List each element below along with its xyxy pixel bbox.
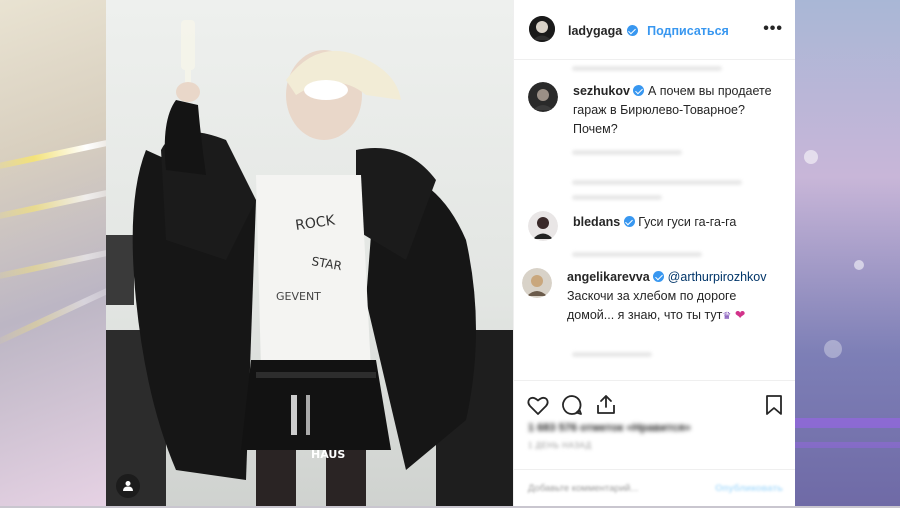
purple-bar	[794, 418, 900, 428]
post-date: 1 ДЕНЬ НАЗАД	[528, 441, 592, 450]
bookmark-icon[interactable]	[762, 393, 786, 417]
publish-button[interactable]: Опубликовать	[715, 483, 783, 494]
follow-button[interactable]: Подписаться	[647, 24, 729, 38]
light-streak	[0, 183, 106, 223]
light-streak	[0, 133, 106, 173]
blurred-comment	[572, 252, 702, 257]
commenter-avatar[interactable]	[522, 268, 552, 298]
queen-emoji-icon: ♛	[722, 311, 732, 322]
comment-text: Заскочи за хлебом по дороге домой... я з…	[567, 289, 737, 322]
light-streak	[0, 243, 106, 283]
post-photo[interactable]: ROCK STAR GEVENT HAUS	[106, 0, 513, 506]
comment-bubble-icon[interactable]	[560, 393, 584, 417]
blurred-comment	[572, 195, 662, 200]
verified-badge-icon	[626, 25, 638, 36]
blurred-comment	[572, 352, 652, 357]
like-heart-icon[interactable]	[526, 393, 550, 417]
blurred-comment	[572, 150, 682, 155]
add-comment-bar: Добавьте комментарий... Опубликовать	[514, 469, 795, 508]
light-streak	[0, 276, 106, 350]
comment-mention-link[interactable]: @arthurpirozhkov	[668, 270, 767, 284]
comment-username[interactable]: bledans	[573, 215, 620, 229]
bag-logo: HAUS	[311, 448, 345, 461]
comment-text: Гуси гуси га-га-га	[638, 215, 737, 229]
comment-username[interactable]: sezhukov	[573, 84, 630, 98]
left-background	[0, 0, 106, 506]
add-comment-input[interactable]: Добавьте комментарий...	[528, 483, 638, 494]
author-avatar[interactable]	[529, 16, 555, 42]
bokeh-dot	[824, 340, 842, 358]
likes-count[interactable]: 1 683 576 отметок «Нравится»	[528, 422, 691, 434]
right-background	[794, 0, 900, 506]
blurred-comment	[572, 66, 722, 71]
photo-illustration: ROCK STAR GEVENT HAUS	[106, 20, 513, 506]
share-icon[interactable]	[594, 393, 618, 417]
post-actions: 1 683 576 отметок «Нравится» 1 ДЕНЬ НАЗА…	[514, 380, 795, 507]
bokeh-dot	[804, 150, 818, 164]
verified-badge-icon	[633, 85, 645, 96]
more-options-icon[interactable]: •••	[763, 20, 783, 38]
verified-badge-icon	[653, 271, 665, 282]
purple-bar	[794, 442, 900, 448]
commenter-avatar[interactable]	[528, 82, 558, 112]
comment-username[interactable]: angelikarevva	[567, 270, 650, 284]
author-username[interactable]: ladygaga	[568, 24, 622, 38]
commenter-avatar[interactable]	[528, 211, 558, 241]
blurred-comment	[572, 180, 742, 185]
heart-emoji: ❤	[734, 308, 746, 322]
svg-text:GEVENT: GEVENT	[276, 290, 321, 303]
verified-badge-icon	[623, 216, 635, 227]
post-details-panel: ladygaga Подписаться ••• sezhukov А поче…	[513, 0, 795, 506]
person-icon	[123, 481, 133, 491]
tagged-user-button[interactable]	[116, 474, 140, 498]
post-header: ladygaga Подписаться •••	[514, 0, 795, 60]
bokeh-dot	[854, 260, 864, 270]
